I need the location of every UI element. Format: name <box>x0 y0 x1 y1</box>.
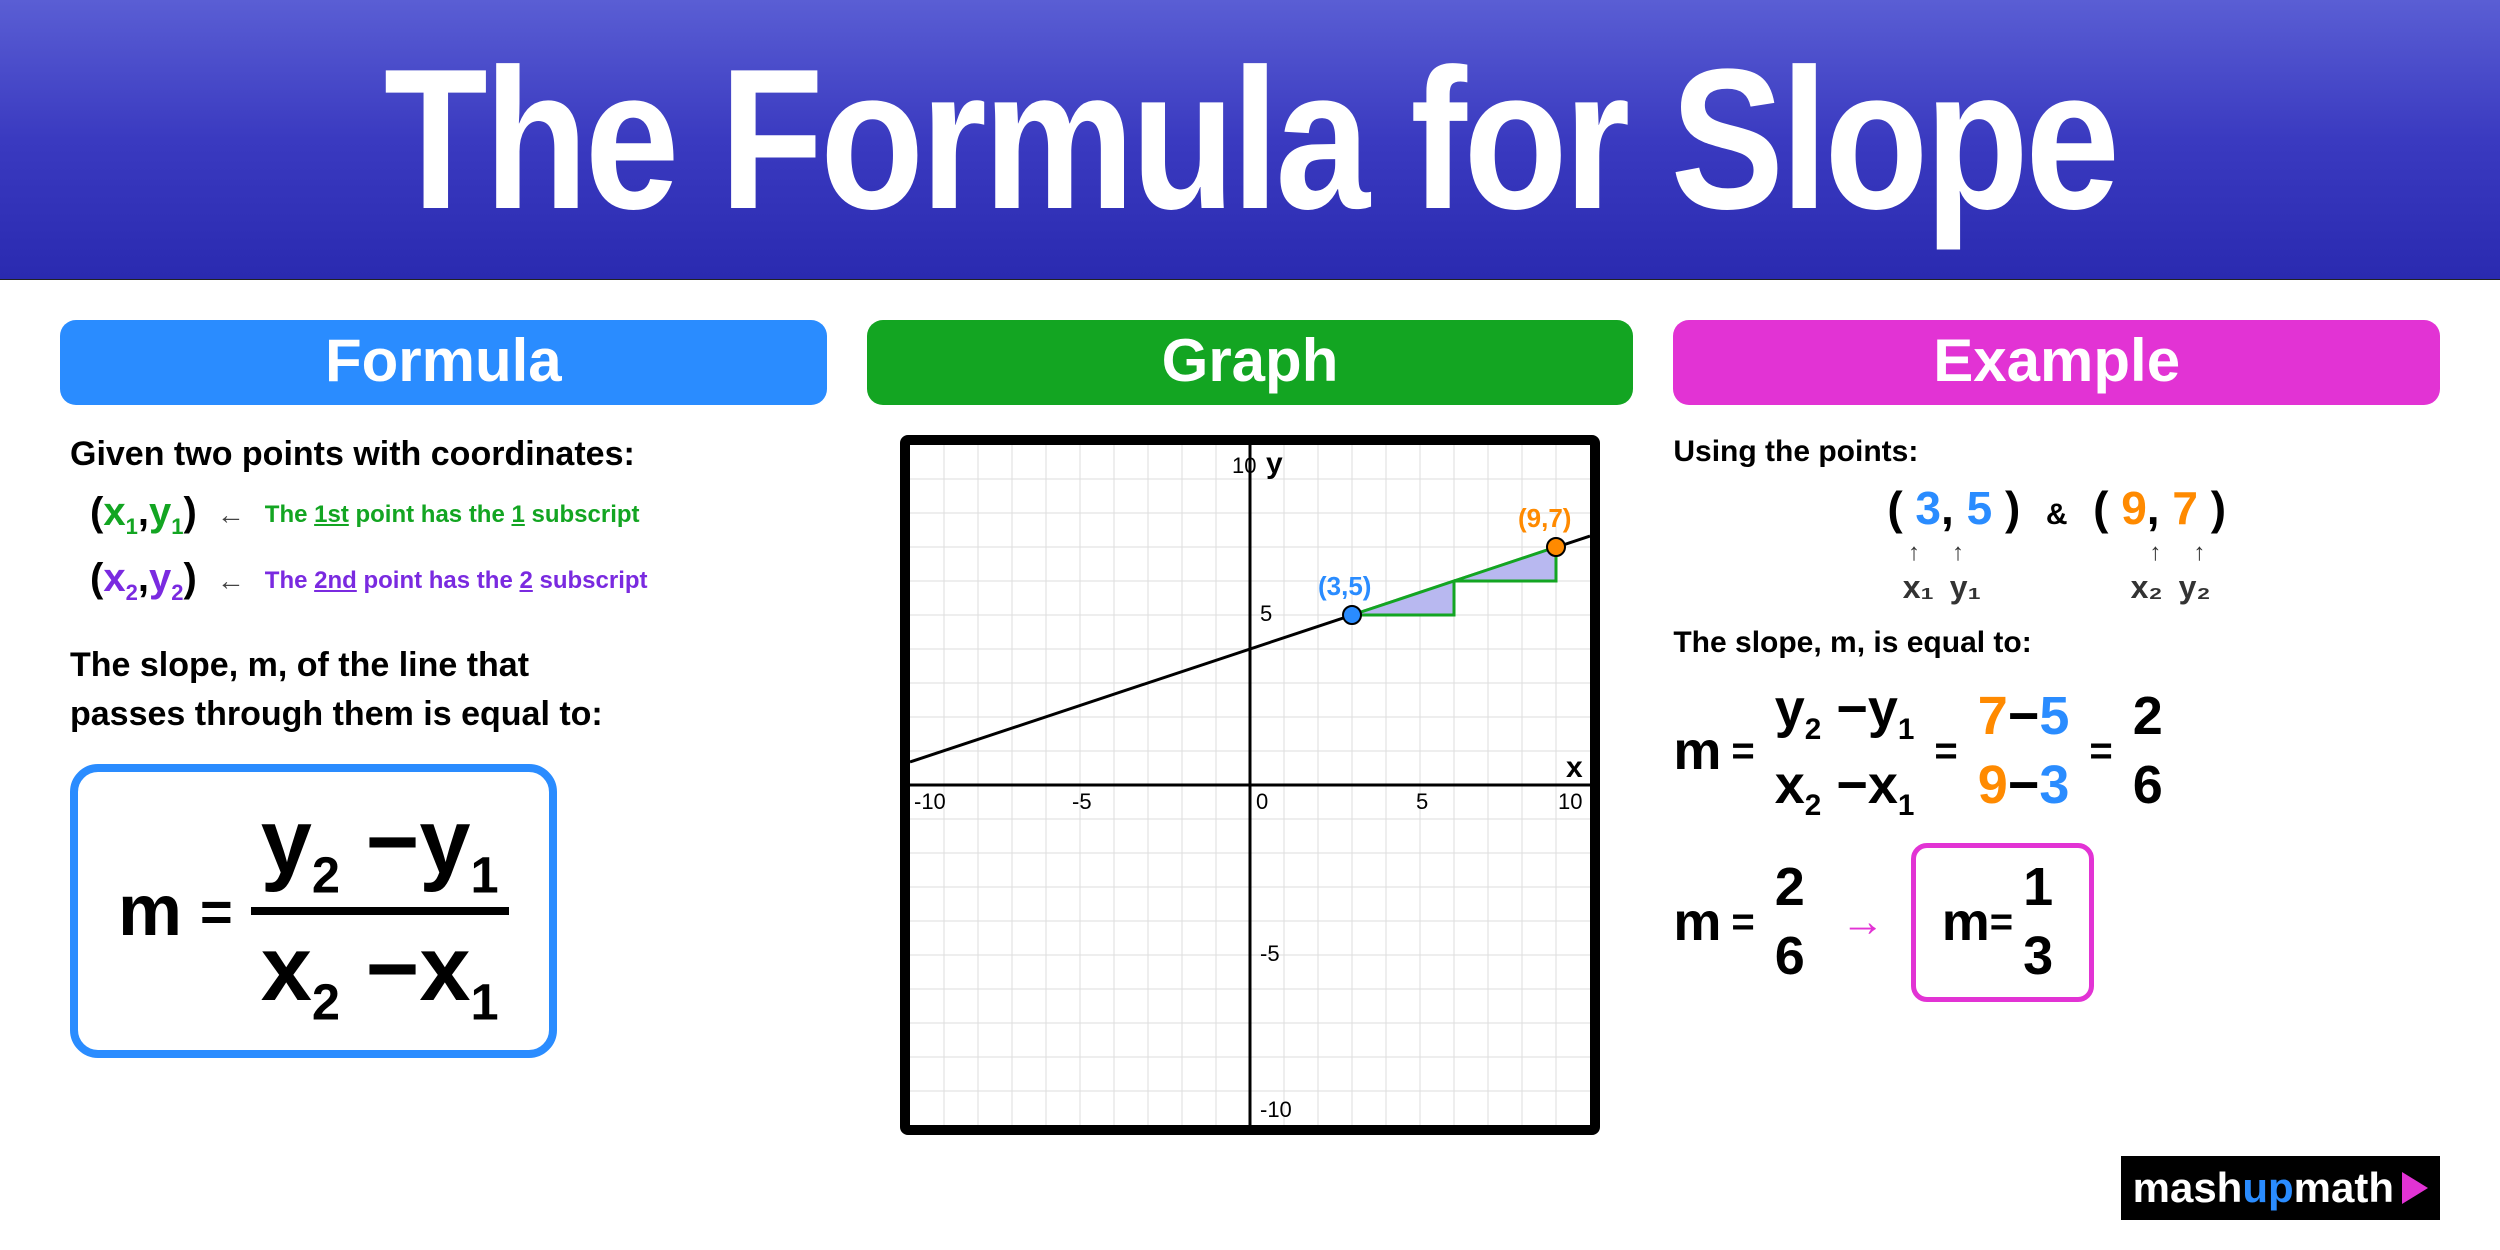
tick-p5: 5 <box>1416 789 1428 814</box>
coordinate-graph: (3,5) (9,7) y 10 x -10 -5 0 5 10 5 -5 -1… <box>900 435 1600 1135</box>
point1-row: (x1,y1) ← The 1st point has the 1 subscr… <box>90 490 827 540</box>
tick-yneg5: -5 <box>1260 941 1280 966</box>
arrow-right-icon: → <box>1841 897 1885 947</box>
graph-p2-label: (9,7) <box>1518 503 1571 533</box>
point1-annot: The 1st point has the 1 subscript <box>265 501 640 529</box>
point2-annot: The 2nd point has the 2 subscript <box>265 567 648 595</box>
page-title: The Formula for Slope <box>384 25 2117 255</box>
example-header: Example <box>1673 320 2440 405</box>
formula-desc1: The slope, m, of the line that <box>70 646 827 685</box>
sublabels: x₁y₁ x₂y₂ <box>1673 569 2440 606</box>
graph-column: Graph <box>867 320 1634 1250</box>
tick-neg10: -10 <box>914 789 946 814</box>
formula-desc2: passes through them is equal to: <box>70 695 827 734</box>
graph-p1-label: (3,5) <box>1318 571 1371 601</box>
graph-svg: (3,5) (9,7) y 10 x -10 -5 0 5 10 5 -5 -1… <box>910 445 1590 1125</box>
mashupmath-logo: mashupmath <box>2121 1156 2440 1220</box>
formula-m: m <box>118 870 182 952</box>
tick-top10: 10 <box>1232 453 1256 478</box>
formula-header: Formula <box>60 320 827 405</box>
tick-zero: 0 <box>1256 789 1268 814</box>
example-column: Example Using the points: ( 3, 5 ) & ( 9… <box>1673 320 2440 1250</box>
formula-eq: = <box>200 879 233 944</box>
example-equation-1: m = y2 −y1 x2 −x1 = 7−5 9−3 = 2 6 <box>1673 680 2440 823</box>
point1-notation: (x1,y1) <box>90 490 197 540</box>
y-axis-label: y <box>1266 447 1283 480</box>
tick-yneg10: -10 <box>1260 1097 1292 1122</box>
slope-fraction: y2 −y1 x2 −x1 <box>251 792 509 1030</box>
tick-y5: 5 <box>1260 601 1272 626</box>
tick-neg5: -5 <box>1072 789 1092 814</box>
result-box: m = 1 3 <box>1911 843 2094 1002</box>
point2-row: (x2,y2) ← The 2nd point has the 2 subscr… <box>90 556 827 606</box>
arrow-left-icon: ← <box>217 499 245 531</box>
tick-p10x: 10 <box>1558 789 1582 814</box>
formula-column: Formula Given two points with coordinate… <box>60 320 827 1250</box>
example-lead2: The slope, m, is equal to: <box>1673 626 2440 660</box>
arrows-row: ↑↑ ↑↑ <box>1673 539 2440 567</box>
columns: Formula Given two points with coordinate… <box>0 280 2500 1250</box>
play-icon <box>2402 1172 2428 1204</box>
formula-intro: Given two points with coordinates: <box>70 435 827 474</box>
example-points: ( 3, 5 ) & ( 9, 7 ) <box>1673 481 2440 535</box>
x-axis-label: x <box>1566 751 1583 784</box>
slope-formula-box: m = y2 −y1 x2 −x1 <box>70 764 557 1058</box>
example-equation-2: m = 2 6 → m = 1 3 <box>1673 843 2440 1002</box>
graph-header: Graph <box>867 320 1634 405</box>
point2-notation: (x2,y2) <box>90 556 197 606</box>
page-header: The Formula for Slope <box>0 0 2500 280</box>
arrow-left-icon: ← <box>217 565 245 597</box>
example-intro: Using the points: <box>1673 435 2440 469</box>
